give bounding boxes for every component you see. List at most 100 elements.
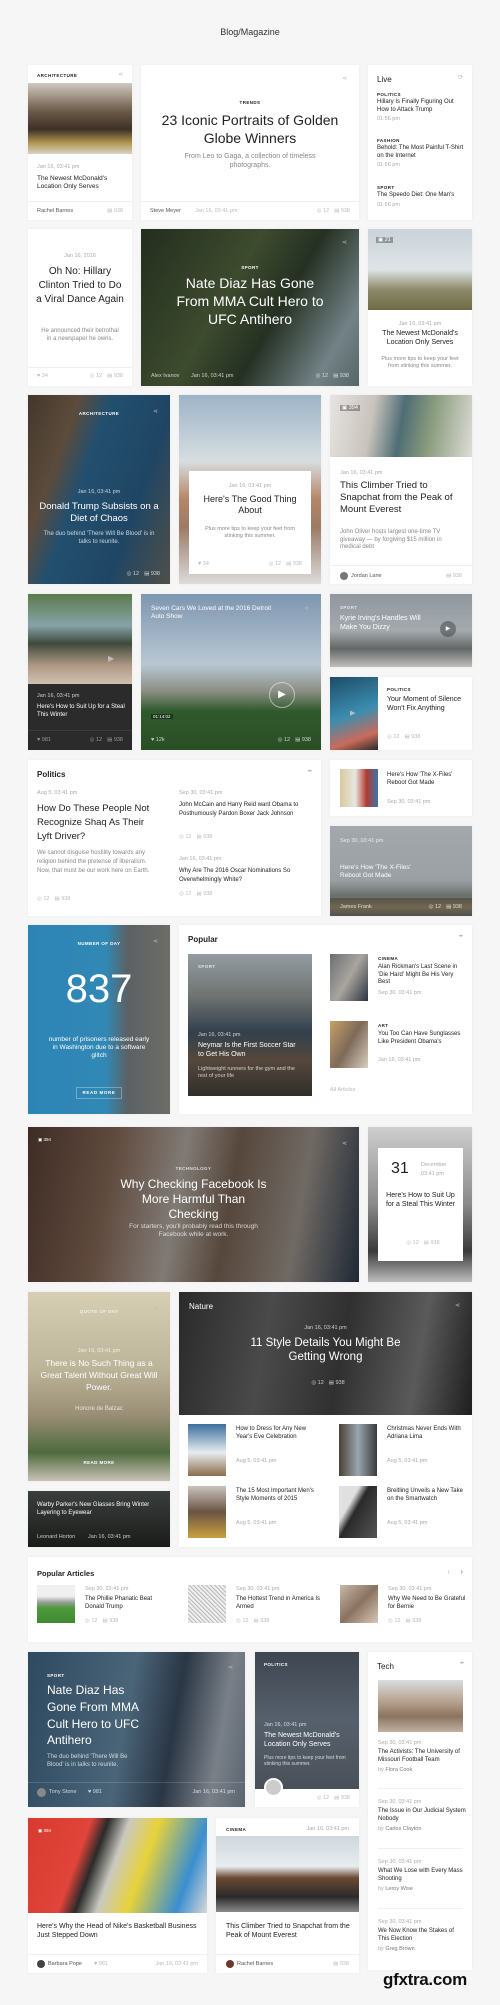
- image-article-card[interactable]: POLITICS Jan 16, 03:41 pm The Newest McD…: [255, 1652, 359, 1807]
- article-thumbnail[interactable]: [340, 1585, 378, 1623]
- image-article-card[interactable]: Jan 16, 03:41 pm Here's The Good Thing A…: [179, 395, 321, 584]
- like-count[interactable]: 34: [37, 373, 48, 379]
- image-article-card[interactable]: Sep 30, 03:41 pm Here's How 'The X-Files…: [330, 826, 472, 916]
- article-thumbnail[interactable]: [340, 769, 378, 807]
- article-card[interactable]: ARCHITECTURE Jan 16, 03:41 pm The Newest…: [28, 65, 132, 220]
- image-article-card[interactable]: ARCHITECTURE Jan 16, 03:41 pm Donald Tru…: [28, 395, 170, 584]
- avatar[interactable]: [37, 1960, 45, 1968]
- share-icon[interactable]: [342, 239, 347, 246]
- author-name[interactable]: Alex Ivanov: [151, 373, 179, 379]
- image-article-card[interactable]: 31 December 03:41 pm Here's How to Suit …: [368, 1127, 472, 1282]
- article-title[interactable]: You Too Can Have Sunglasses Like Preside…: [378, 1031, 463, 1046]
- featured-image-card[interactable]: SPORT Nate Diaz Has Gone From MMA Cult H…: [141, 229, 359, 386]
- live-item[interactable]: FASHION Behold: The Most Painful T-Shirt…: [377, 138, 467, 168]
- article-title[interactable]: Here's How to Suit Up for a Steal This W…: [383, 1192, 458, 1210]
- article-title[interactable]: Alan Rickman's Last Scene in 'Die Hard' …: [378, 964, 463, 987]
- author-name[interactable]: Rachel Barnes: [237, 1961, 273, 1967]
- article-card[interactable]: CINEMA Jan 16, 03:41 pm This Climber Tri…: [216, 1818, 359, 1973]
- featured-image-card[interactable]: 394 TECHNOLOGY Why Checking Facebook Is …: [28, 1127, 359, 1282]
- article-title[interactable]: Here's How 'The X-Files' Reboot Got Made: [387, 772, 467, 787]
- article-title[interactable]: The Issue in Our Judicial System Nobody: [378, 1808, 466, 1823]
- article-title[interactable]: Here's How to Suit Up for a Steal This W…: [37, 704, 127, 719]
- author-name[interactable]: Jordan Lane: [351, 573, 382, 579]
- article-title[interactable]: Here's Why the Head of Nike's Basketball…: [37, 1923, 197, 1941]
- article-title[interactable]: The Newest McDonald's Location Only Serv…: [37, 175, 127, 191]
- article-title[interactable]: Nate Diaz Has Gone From MMA Cult Hero to…: [176, 274, 324, 329]
- tech-item[interactable]: Sep 30, 03:41 pm The Activists: The Univ…: [378, 1740, 466, 1773]
- article-image[interactable]: [28, 594, 132, 684]
- play-icon[interactable]: [108, 654, 114, 663]
- live-item[interactable]: POLITICS Hillary Is Finally Figuring Out…: [377, 92, 467, 122]
- author-name[interactable]: Tony Stone: [49, 1789, 77, 1795]
- featured-article-card[interactable]: TRENDS 23 Iconic Portraits of Golden Glo…: [141, 65, 359, 220]
- read-more-button[interactable]: READ MORE: [28, 1460, 170, 1465]
- article-title[interactable]: The 15 Most Important Men's Style Moment…: [236, 1488, 316, 1503]
- article-thumbnail[interactable]: [188, 1486, 226, 1538]
- read-more-button[interactable]: READ MORE: [76, 1087, 122, 1099]
- article-title[interactable]: Neymar Is the First Soccer Star to Get H…: [198, 1042, 298, 1060]
- share-icon[interactable]: [228, 1664, 233, 1671]
- like-count[interactable]: 34: [198, 561, 209, 567]
- share-icon[interactable]: [153, 408, 158, 415]
- quote-of-day-card[interactable]: QUOTE OF DAY Jan 16, 03:41 pm There is N…: [28, 1292, 170, 1481]
- article-thumbnail[interactable]: [330, 954, 368, 1001]
- number-of-day-card[interactable]: NUMBER OF DAY 837 number of prisoners re…: [28, 925, 170, 1114]
- article-title[interactable]: Kyrie Irving's Handles Will Make You Diz…: [340, 615, 430, 633]
- article-thumbnail[interactable]: [339, 1486, 377, 1538]
- video-article-card[interactable]: Seven Cars We Loved at the 2016 Detroit …: [141, 594, 321, 750]
- share-icon[interactable]: [304, 408, 309, 415]
- featured-image-card[interactable]: SPORT Nate Diaz Has Gone From MMA Cult H…: [28, 1652, 245, 1807]
- all-articles-link[interactable]: All Articles: [330, 1087, 355, 1093]
- tech-item[interactable]: Sep 30, 03:41 pm What We Lose with Every…: [378, 1859, 466, 1892]
- article-image[interactable]: 394: [330, 395, 472, 457]
- article-image[interactable]: 394: [28, 1818, 207, 1913]
- share-icon[interactable]: [153, 938, 158, 945]
- article-title[interactable]: This Climber Tried to Snapchat from the …: [340, 480, 462, 516]
- article-title[interactable]: This Climber Tried to Snapchat from the …: [226, 1923, 354, 1941]
- article-title[interactable]: How Do These People Not Recognize Shaq A…: [37, 802, 157, 843]
- refresh-icon[interactable]: ⟳: [458, 74, 463, 81]
- article-thumbnail[interactable]: [37, 1585, 75, 1623]
- live-item[interactable]: SPORT The Speedo Diet: One Man's 01:56 p…: [377, 185, 472, 208]
- author-name[interactable]: Steve Meyer: [150, 208, 181, 214]
- author-name[interactable]: Rachel Barnes: [37, 208, 73, 214]
- like-count[interactable]: 981: [88, 1789, 102, 1795]
- live-item-title[interactable]: Hillary Is Finally Figuring Out How to A…: [377, 99, 467, 114]
- article-title[interactable]: 23 Iconic Portraits of Golden Globe Winn…: [161, 111, 339, 147]
- article-card[interactable]: 394 Jan 16, 03:41 pm This Climber Tried …: [330, 395, 472, 584]
- article-title[interactable]: Here's How 'The X-Files' Reboot Got Made: [340, 864, 430, 880]
- author-name[interactable]: Flora Cook: [385, 1767, 412, 1773]
- article-title[interactable]: Here's The Good Thing About: [199, 494, 301, 517]
- video-article-card[interactable]: Jan 16, 03:41 pm Here's How to Suit Up f…: [28, 594, 132, 750]
- article-title[interactable]: Your Moment of Silence Won't Fix Anythin…: [387, 696, 462, 714]
- article-image[interactable]: [28, 83, 132, 154]
- article-image[interactable]: [330, 677, 378, 750]
- article-title[interactable]: Warby Parker's New Glasses Bring Winter …: [37, 1502, 162, 1517]
- like-count[interactable]: 981: [37, 737, 51, 743]
- chevron-right-icon[interactable]: ›: [460, 1567, 463, 1576]
- article-title[interactable]: Seven Cars We Loved at the 2016 Detroit …: [151, 605, 281, 621]
- author-name[interactable]: Greg Brown: [385, 1946, 414, 1952]
- avatar[interactable]: [37, 1788, 46, 1797]
- tech-item[interactable]: Sep 30, 03:41 pm We Now Know the Stakes …: [378, 1919, 466, 1952]
- article-title[interactable]: The Phillie Phanatic Beat Donald Trump: [85, 1596, 170, 1611]
- article-title[interactable]: Nate Diaz Has Gone From MMA Cult Hero to…: [47, 1682, 147, 1749]
- share-icon[interactable]: [304, 605, 309, 612]
- more-icon[interactable]: [308, 769, 311, 775]
- article-title[interactable]: The Newest McDonald's Location Only Serv…: [374, 330, 466, 348]
- article-title[interactable]: What We Lose with Every Mass Shooting: [378, 1868, 466, 1883]
- like-count[interactable]: 12k: [151, 737, 165, 743]
- article-thumbnail[interactable]: [188, 1585, 226, 1623]
- article-title[interactable]: Why Checking Facebook Is More Harmful Th…: [118, 1177, 269, 1222]
- article-thumbnail[interactable]: [188, 1424, 226, 1476]
- author-name[interactable]: Leroy Wise: [385, 1886, 413, 1892]
- live-item-title[interactable]: The Speedo Diet: One Man's: [377, 192, 472, 200]
- more-icon[interactable]: [460, 1661, 463, 1667]
- author-name[interactable]: Barbara Pope: [48, 1961, 82, 1967]
- article-image[interactable]: [216, 1836, 359, 1912]
- play-button[interactable]: [440, 621, 456, 637]
- article-title[interactable]: The Newest McDonald's Location Only Serv…: [264, 1732, 352, 1750]
- article-title[interactable]: Why We Need to Be Grateful for Bernie: [388, 1596, 468, 1611]
- article-title[interactable]: How to Dress for Any New Year's Eve Cele…: [236, 1426, 316, 1441]
- chevron-left-icon[interactable]: ‹: [447, 1567, 450, 1576]
